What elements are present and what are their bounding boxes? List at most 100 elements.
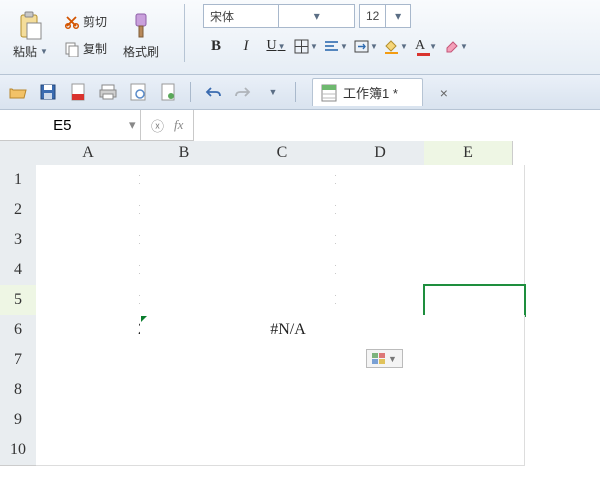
format-painter-button[interactable]: 格式刷 (116, 8, 166, 63)
cell-C9[interactable] (228, 405, 349, 436)
print-preview-button[interactable] (126, 80, 150, 104)
cell-C6[interactable]: #N/A (228, 315, 349, 346)
align-button[interactable]: ▼ (323, 34, 349, 58)
cell-B10[interactable] (140, 435, 241, 466)
cell-A2[interactable]: 1 (36, 195, 153, 226)
borders-button[interactable]: ▼ (293, 34, 319, 58)
font-color-button[interactable]: A▼ (413, 34, 439, 58)
fx-icon[interactable]: fx (174, 117, 183, 133)
row-header-8[interactable]: 8 (0, 375, 37, 406)
cell-A9[interactable] (36, 405, 153, 436)
col-header-E[interactable]: E (424, 141, 513, 166)
separator (295, 82, 296, 102)
print-direct-button[interactable] (156, 80, 180, 104)
merge-button[interactable]: ▼ (353, 34, 379, 58)
cell-A6[interactable]: 2 (36, 315, 153, 346)
cell-E3[interactable] (424, 225, 525, 256)
paste-button[interactable]: 粘贴▼ (6, 8, 55, 63)
col-header-C[interactable]: C (228, 141, 337, 166)
row-header-5[interactable]: 5 (0, 285, 37, 316)
formula-input[interactable] (194, 110, 600, 142)
cell-C5[interactable]: 1 (228, 285, 349, 316)
select-all-corner[interactable] (0, 141, 37, 166)
fill-color-button[interactable]: ▼ (383, 34, 409, 58)
cell-A3[interactable]: 1 (36, 225, 153, 256)
cell-A7[interactable] (36, 345, 153, 376)
cell-C4[interactable]: 1 (228, 255, 349, 286)
row-header-7[interactable]: 7 (0, 345, 37, 376)
autofill-options-button[interactable]: ▼ (366, 349, 403, 368)
cell-E9[interactable] (424, 405, 525, 436)
cell-D3[interactable] (336, 225, 437, 256)
cell-E4[interactable] (424, 255, 525, 286)
cell-E6[interactable] (424, 315, 525, 346)
col-header-A[interactable]: A (36, 141, 141, 166)
redo-button[interactable] (231, 80, 255, 104)
cell-C10[interactable] (228, 435, 349, 466)
cell-B5[interactable] (140, 285, 241, 316)
name-box-input[interactable] (0, 116, 125, 135)
col-header-B[interactable]: B (140, 141, 229, 166)
row-header-9[interactable]: 9 (0, 405, 37, 436)
italic-button[interactable]: I (233, 34, 259, 58)
cell-A8[interactable] (36, 375, 153, 406)
font-name-select[interactable]: 宋体 ▾ (203, 4, 355, 28)
cell-B1[interactable] (140, 165, 241, 196)
cell-B3[interactable] (140, 225, 241, 256)
formula-input-wrap (194, 110, 600, 140)
cell-E2[interactable] (424, 195, 525, 226)
cell-A5[interactable]: 1 (36, 285, 153, 316)
cell-E7[interactable] (424, 345, 525, 376)
row-header-2[interactable]: 2 (0, 195, 37, 226)
cell-A1[interactable]: 1 (36, 165, 153, 196)
spreadsheet-grid[interactable]: ABCDE1234567891011111111112#N/A▼ (0, 141, 600, 501)
document-tab[interactable]: 工作簿1 * × (312, 78, 423, 106)
cell-A10[interactable] (36, 435, 153, 466)
cell-C8[interactable] (228, 375, 349, 406)
print-button[interactable] (96, 80, 120, 104)
cell-C3[interactable]: 1 (228, 225, 349, 256)
qat-dropdown[interactable]: ▼ (261, 80, 285, 104)
col-header-D[interactable]: D (336, 141, 425, 166)
save-button[interactable] (36, 80, 60, 104)
cell-D8[interactable] (336, 375, 437, 406)
cell-B8[interactable] (140, 375, 241, 406)
cell-C7[interactable] (228, 345, 349, 376)
cell-B7[interactable] (140, 345, 241, 376)
cell-D5[interactable] (336, 285, 437, 316)
eraser-button[interactable]: ▼ (443, 34, 469, 58)
cell-C2[interactable]: 1 (228, 195, 349, 226)
cell-D1[interactable] (336, 165, 437, 196)
open-button[interactable] (6, 80, 30, 104)
cell-E8[interactable] (424, 375, 525, 406)
name-box[interactable]: ▾ (0, 110, 141, 140)
cell-B2[interactable] (140, 195, 241, 226)
cell-D4[interactable] (336, 255, 437, 286)
font-size-select[interactable]: 12 ▾ (359, 4, 411, 28)
underline-button[interactable]: U▼ (263, 34, 289, 58)
cell-B9[interactable] (140, 405, 241, 436)
export-pdf-button[interactable] (66, 80, 90, 104)
undo-button[interactable] (201, 80, 225, 104)
bold-button[interactable]: B (203, 34, 229, 58)
cell-A4[interactable]: 1 (36, 255, 153, 286)
row-header-1[interactable]: 1 (0, 165, 37, 196)
cell-C1[interactable]: 1 (228, 165, 349, 196)
cell-D2[interactable] (336, 195, 437, 226)
close-icon[interactable]: × (440, 85, 448, 101)
row-header-4[interactable]: 4 (0, 255, 37, 286)
row-header-3[interactable]: 3 (0, 225, 37, 256)
cell-E5[interactable] (424, 285, 525, 316)
cell-B4[interactable] (140, 255, 241, 286)
cell-D9[interactable] (336, 405, 437, 436)
copy-button[interactable]: 复制 (59, 37, 112, 60)
row-header-6[interactable]: 6 (0, 315, 37, 346)
cell-D6[interactable] (336, 315, 437, 346)
row-header-10[interactable]: 10 (0, 435, 37, 466)
cell-B6[interactable] (140, 315, 241, 346)
cell-E10[interactable] (424, 435, 525, 466)
cell-D10[interactable] (336, 435, 437, 466)
cancel-icon[interactable]: ⓧ (151, 116, 164, 135)
cell-E1[interactable] (424, 165, 525, 196)
cut-button[interactable]: 剪切 (59, 10, 112, 33)
